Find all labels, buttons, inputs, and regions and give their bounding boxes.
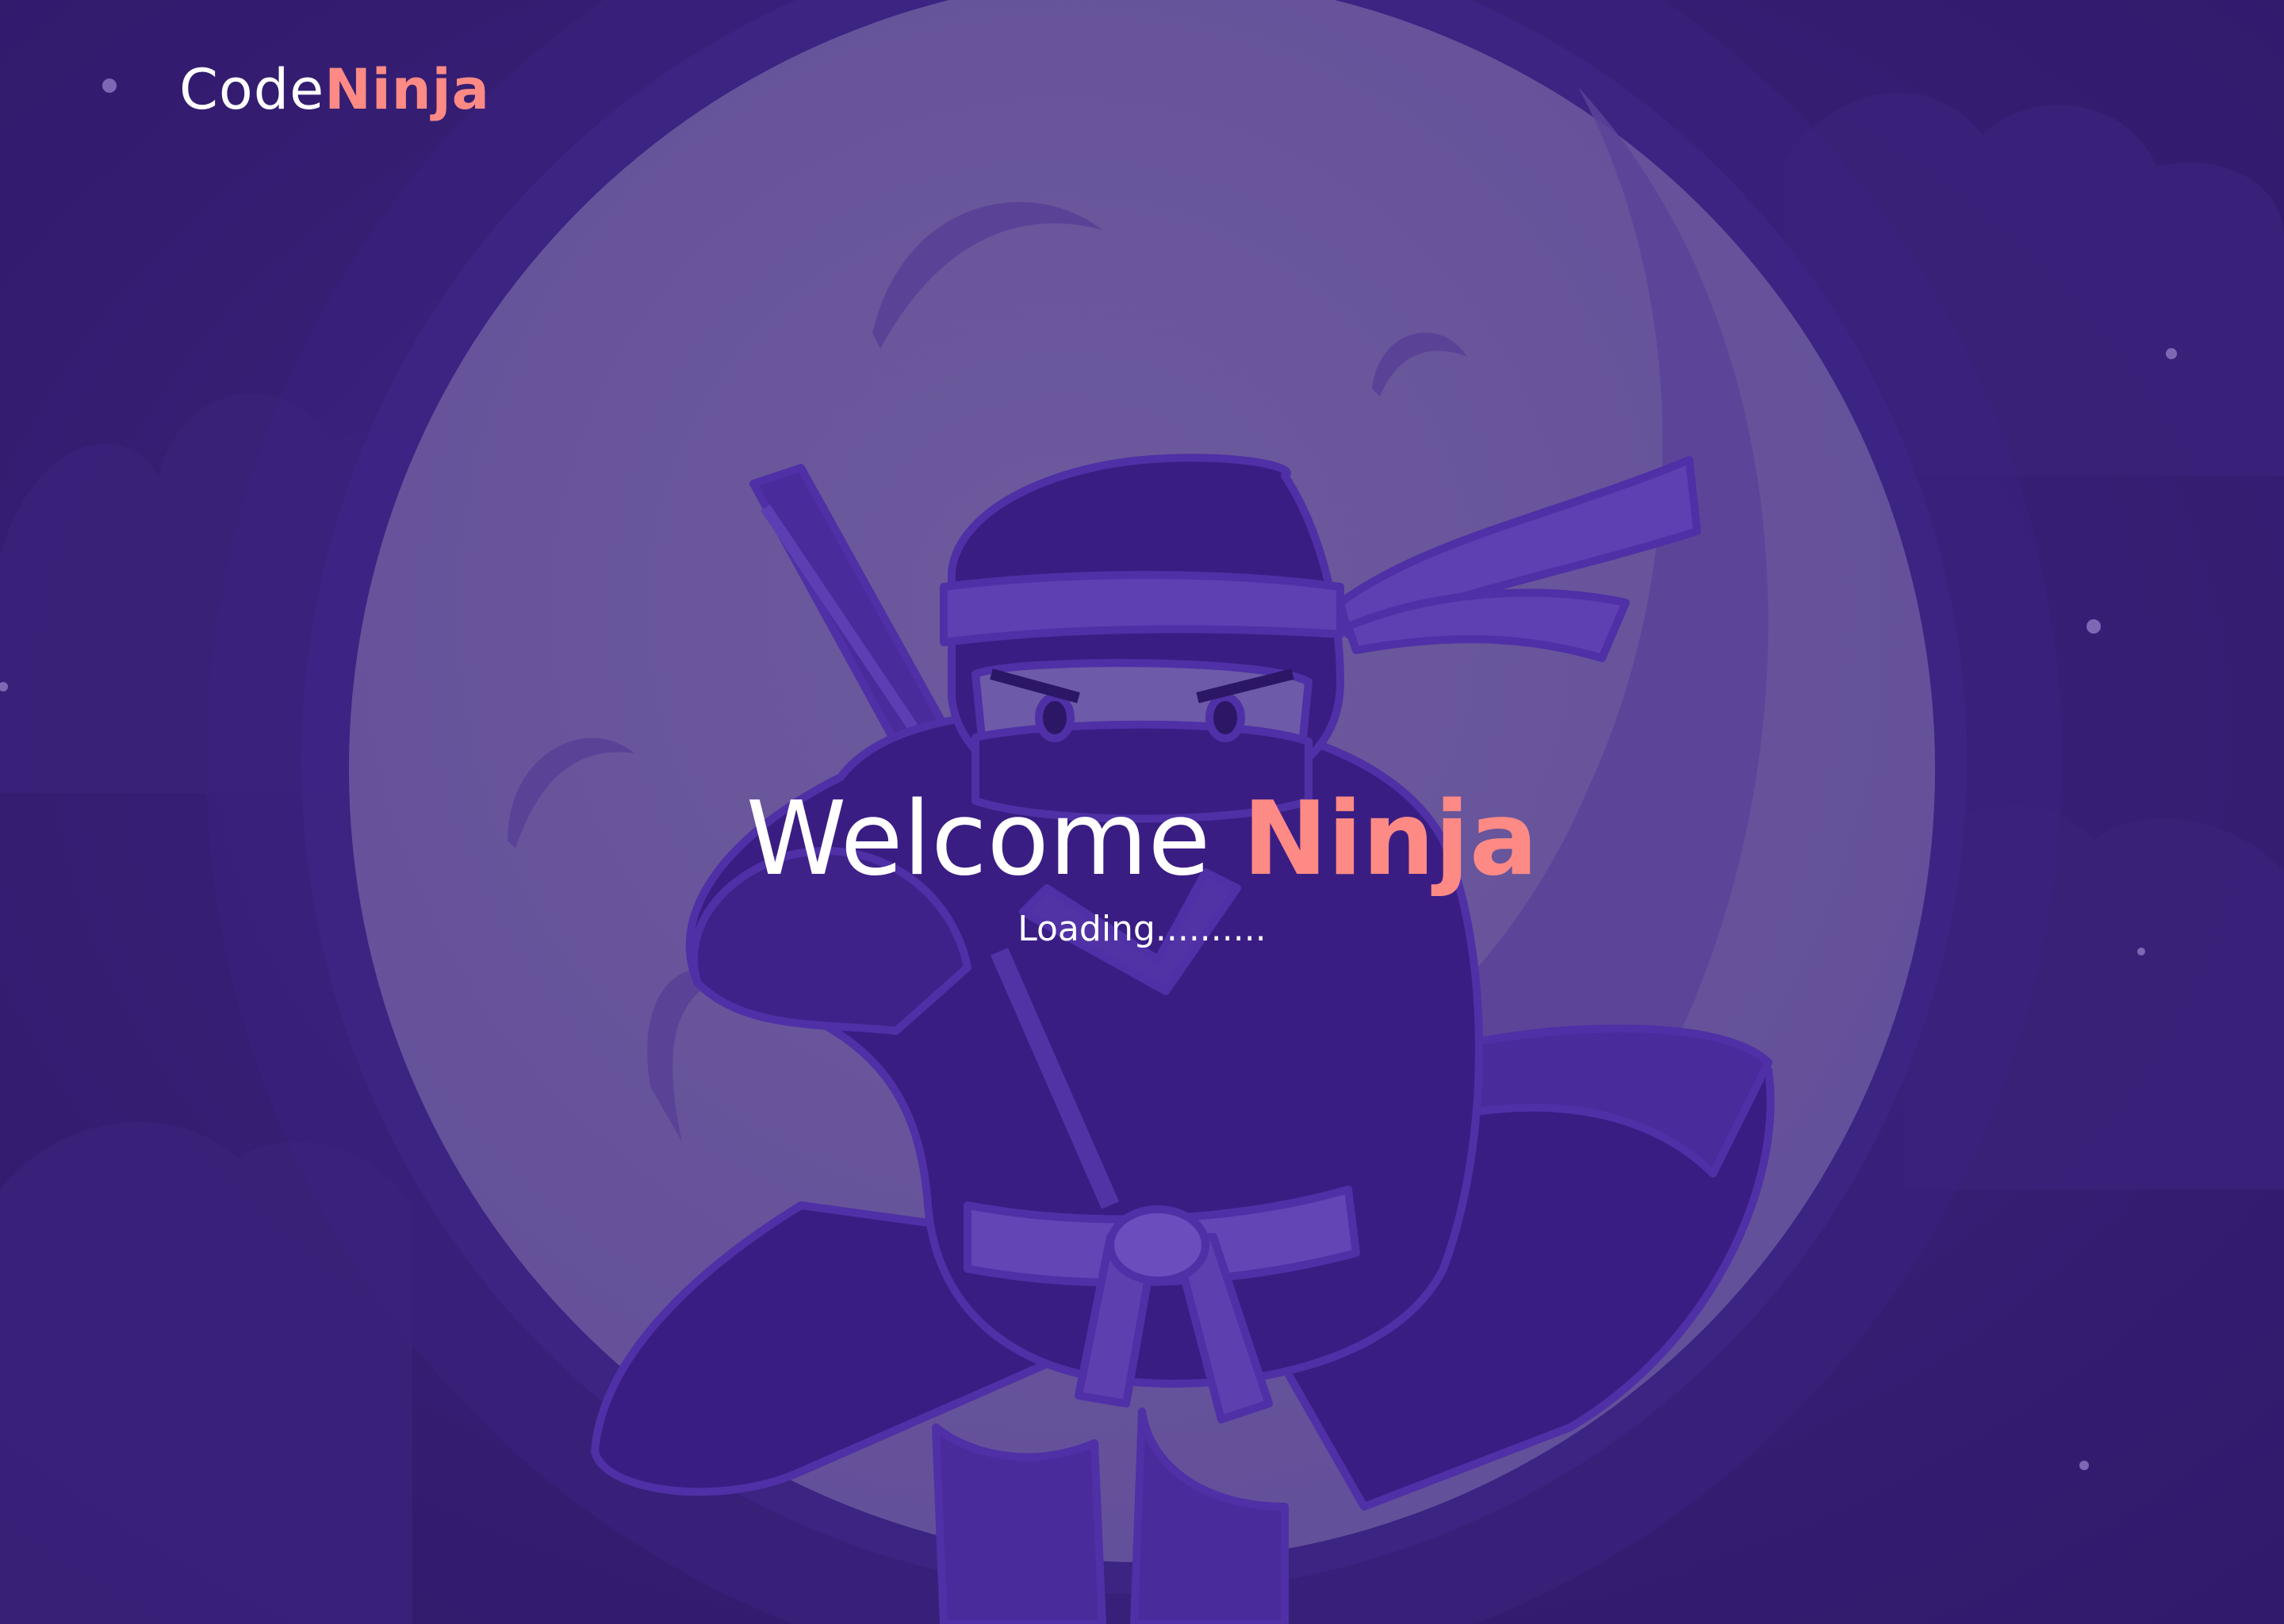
brand-logo-part-code: Code [179,57,325,122]
brand-logo-part-ninja: Ninja [324,57,490,122]
welcome-word: Welcome [745,780,1211,898]
welcome-heading: Welcome Ninja [0,789,2284,891]
welcome-highlight: Ninja [1242,780,1539,898]
brand-logo[interactable]: CodeNinja [179,62,490,117]
loading-status: Loading.......... [1017,909,1267,949]
loading-screen: CodeNinja Welcome Ninja Loading.........… [0,0,2284,1624]
